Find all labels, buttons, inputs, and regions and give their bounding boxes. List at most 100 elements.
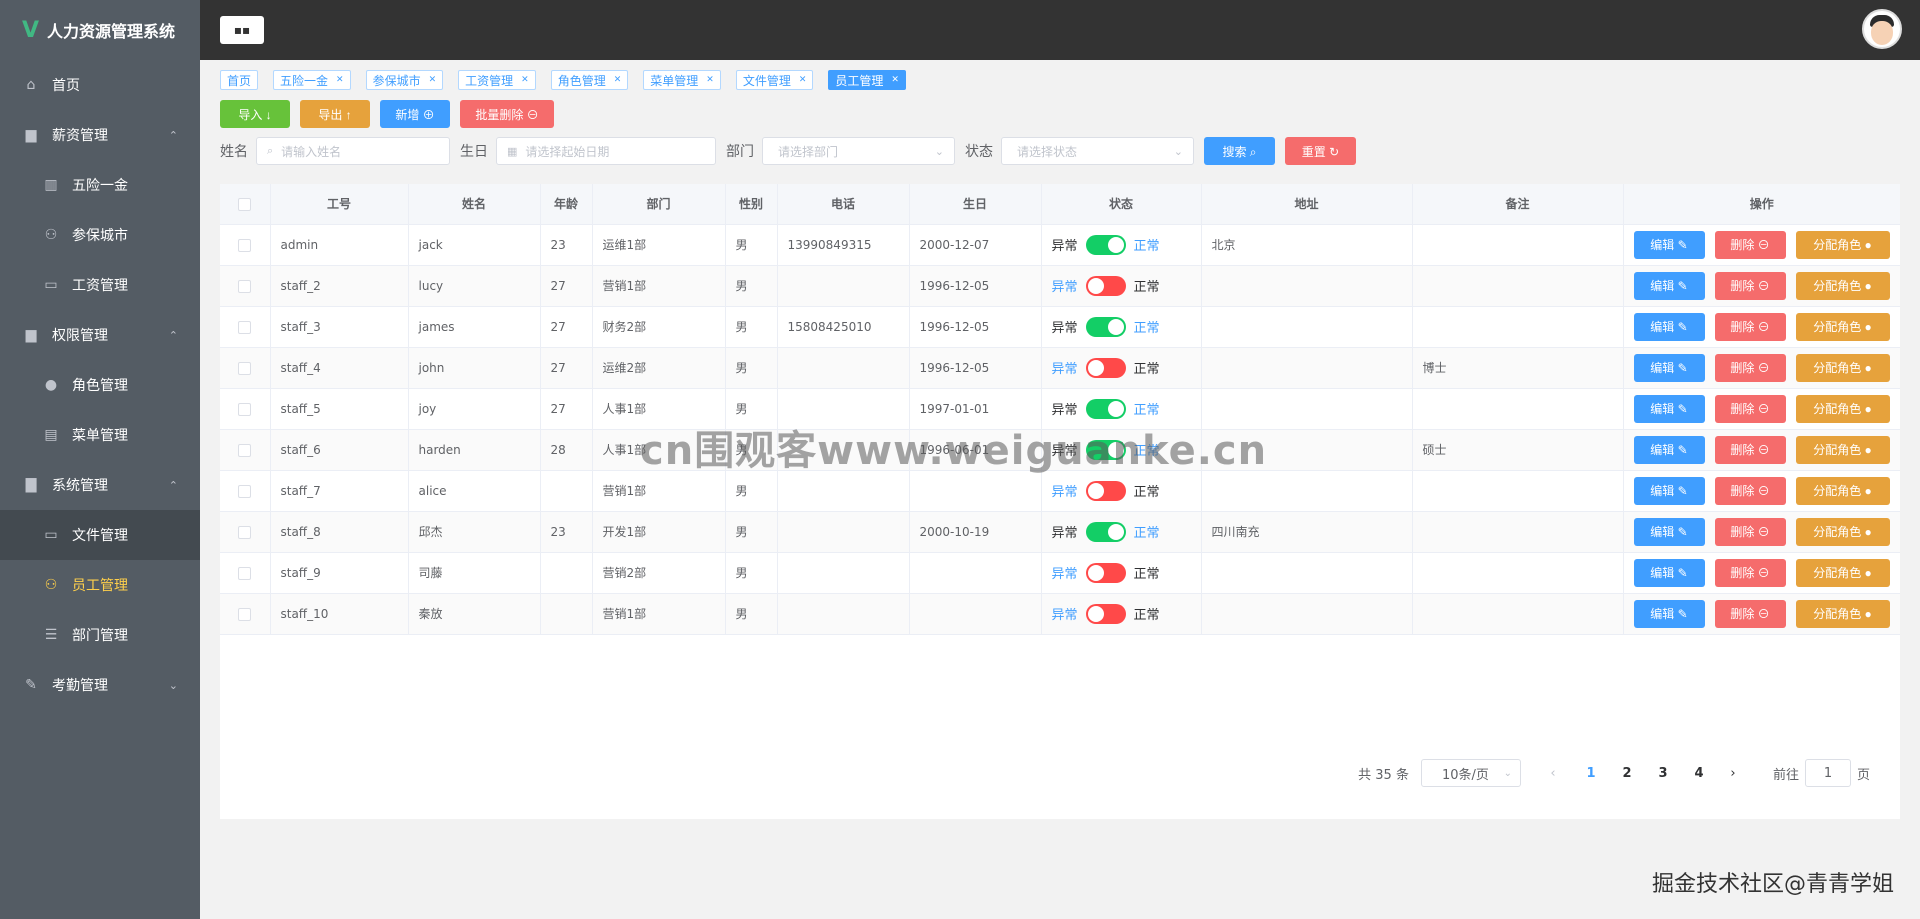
assign-role-button[interactable]: 分配角色 ● xyxy=(1795,435,1890,464)
edit-button[interactable]: 编辑 ✎ xyxy=(1633,558,1705,587)
sidebar-item[interactable]: ▭ 工资管理 xyxy=(0,260,200,310)
edit-button[interactable]: 编辑 ✎ xyxy=(1633,312,1705,341)
row-checkbox[interactable] xyxy=(238,361,252,375)
sidebar-item[interactable]: ▇ 系统管理 ⌃ xyxy=(0,460,200,510)
sidebar-item[interactable]: ▆ 权限管理 ⌃ xyxy=(0,310,200,360)
batch-delete-button[interactable]: 批量删除 ⊖ xyxy=(460,100,554,128)
row-checkbox[interactable] xyxy=(238,443,252,457)
edit-button[interactable]: 编辑 ✎ xyxy=(1633,271,1705,300)
edit-button[interactable]: 编辑 ✎ xyxy=(1633,435,1705,464)
close-icon[interactable]: ✕ xyxy=(336,75,344,85)
row-checkbox[interactable] xyxy=(238,484,252,498)
dept-select[interactable]: 请选择部门 ⌄ xyxy=(762,137,955,165)
status-switch[interactable] xyxy=(1085,316,1126,337)
tab-tag[interactable]: 首页 xyxy=(220,70,259,90)
tab-tag[interactable]: 五险一金 ✕ xyxy=(273,70,351,90)
row-checkbox[interactable] xyxy=(238,525,252,539)
assign-role-button[interactable]: 分配角色 ● xyxy=(1795,353,1890,382)
export-button[interactable]: 导出 ↑ xyxy=(300,100,370,128)
close-icon[interactable]: ✕ xyxy=(891,75,899,85)
close-icon[interactable]: ✕ xyxy=(614,75,622,85)
status-switch[interactable] xyxy=(1085,357,1126,378)
page-size-select[interactable]: 10条/页 ⌄ xyxy=(1420,759,1521,787)
sidebar-item[interactable]: ☰ 部门管理 xyxy=(0,610,200,660)
row-checkbox[interactable] xyxy=(238,320,252,334)
delete-button[interactable]: 删除 ⊖ xyxy=(1714,353,1786,382)
status-switch[interactable] xyxy=(1085,562,1126,583)
assign-role-button[interactable]: 分配角色 ● xyxy=(1795,517,1890,546)
tab-tag[interactable]: 员工管理 ✕ xyxy=(828,70,906,90)
delete-button[interactable]: 删除 ⊖ xyxy=(1714,394,1786,423)
page-number[interactable]: 3 xyxy=(1645,766,1681,781)
row-checkbox[interactable] xyxy=(238,402,252,416)
delete-button[interactable]: 删除 ⊖ xyxy=(1714,558,1786,587)
delete-button[interactable]: 删除 ⊖ xyxy=(1714,435,1786,464)
delete-button[interactable]: 删除 ⊖ xyxy=(1714,312,1786,341)
select-all-checkbox[interactable] xyxy=(238,197,252,211)
assign-role-button[interactable]: 分配角色 ● xyxy=(1795,558,1890,587)
tab-tag[interactable]: 角色管理 ✕ xyxy=(550,70,629,90)
tab-tag[interactable]: 参保城市 ✕ xyxy=(365,70,444,90)
tab-tag[interactable]: 菜单管理 ✕ xyxy=(643,70,721,90)
status-switch[interactable] xyxy=(1085,398,1126,419)
page-number[interactable]: 2 xyxy=(1609,766,1645,781)
sidebar-item[interactable]: ✎ 考勤管理 ⌄ xyxy=(0,660,200,710)
tab-tag[interactable]: 工资管理 ✕ xyxy=(458,70,536,90)
assign-role-button[interactable]: 分配角色 ● xyxy=(1795,312,1890,341)
status-switch[interactable] xyxy=(1085,275,1126,296)
prev-page-button[interactable]: ‹ xyxy=(1543,766,1563,781)
edit-button[interactable]: 编辑 ✎ xyxy=(1633,230,1705,259)
delete-button[interactable]: 删除 ⊖ xyxy=(1714,599,1786,628)
assign-role-button[interactable]: 分配角色 ● xyxy=(1795,476,1890,505)
edit-button[interactable]: 编辑 ✎ xyxy=(1633,517,1705,546)
sidebar-item[interactable]: ⚇ 员工管理 xyxy=(0,560,200,610)
sidebar-item[interactable]: ▥ 五险一金 xyxy=(0,160,200,210)
sidebar-item[interactable]: ⌂ 首页 xyxy=(0,60,200,110)
page-number[interactable]: 4 xyxy=(1681,766,1717,781)
delete-button[interactable]: 删除 ⊖ xyxy=(1714,230,1786,259)
sidebar-item[interactable]: ▤ 菜单管理 xyxy=(0,410,200,460)
status-select[interactable]: 请选择状态 ⌄ xyxy=(1001,137,1194,165)
edit-button[interactable]: 编辑 ✎ xyxy=(1633,599,1705,628)
cell-note xyxy=(1412,552,1624,594)
delete-button[interactable]: 删除 ⊖ xyxy=(1714,271,1786,300)
status-switch[interactable] xyxy=(1085,521,1126,542)
collapse-menu-button[interactable]: ▪▪ xyxy=(220,16,264,44)
row-checkbox[interactable] xyxy=(238,566,252,580)
assign-role-button[interactable]: 分配角色 ● xyxy=(1795,394,1890,423)
assign-role-button[interactable]: 分配角色 ● xyxy=(1795,230,1890,259)
add-button[interactable]: 新增 ⊕ xyxy=(380,100,450,128)
next-page-button[interactable]: › xyxy=(1723,766,1743,781)
birthday-date-picker[interactable]: ▦ 请选择起始日期 xyxy=(496,137,716,165)
row-checkbox[interactable] xyxy=(238,238,252,252)
close-icon[interactable]: ✕ xyxy=(521,75,529,85)
edit-button[interactable]: 编辑 ✎ xyxy=(1633,394,1705,423)
delete-button[interactable]: 删除 ⊖ xyxy=(1714,476,1786,505)
delete-button[interactable]: 删除 ⊖ xyxy=(1714,517,1786,546)
edit-button[interactable]: 编辑 ✎ xyxy=(1633,353,1705,382)
close-icon[interactable]: ✕ xyxy=(706,75,714,85)
status-switch[interactable] xyxy=(1085,603,1126,624)
import-button[interactable]: 导入 ↓ xyxy=(220,100,290,128)
tab-tag[interactable]: 文件管理 ✕ xyxy=(735,70,814,90)
close-icon[interactable]: ✕ xyxy=(799,75,807,85)
assign-role-button[interactable]: 分配角色 ● xyxy=(1795,271,1890,300)
row-checkbox[interactable] xyxy=(238,607,252,621)
sidebar-item[interactable]: ● 角色管理 xyxy=(0,360,200,410)
close-icon[interactable]: ✕ xyxy=(429,75,437,85)
user-avatar[interactable] xyxy=(1862,9,1902,49)
sidebar-item[interactable]: ▭ 文件管理 xyxy=(0,510,200,560)
cell-name: alice xyxy=(408,470,541,512)
status-switch[interactable] xyxy=(1085,480,1126,501)
status-switch[interactable] xyxy=(1085,234,1126,255)
edit-button[interactable]: 编辑 ✎ xyxy=(1633,476,1705,505)
assign-role-button[interactable]: 分配角色 ● xyxy=(1795,599,1890,628)
name-search-input[interactable]: ⌕ 请输入姓名 xyxy=(256,137,450,165)
page-number[interactable]: 1 xyxy=(1573,766,1609,781)
search-button[interactable]: 搜索 ⌕ xyxy=(1204,137,1275,165)
sidebar-item[interactable]: ▆ 薪资管理 ⌃ xyxy=(0,110,200,160)
goto-page-input[interactable]: 1 xyxy=(1804,759,1851,787)
row-checkbox[interactable] xyxy=(238,279,252,293)
reset-button[interactable]: 重置 ↻ xyxy=(1285,137,1356,165)
sidebar-item[interactable]: ⚇ 参保城市 xyxy=(0,210,200,260)
